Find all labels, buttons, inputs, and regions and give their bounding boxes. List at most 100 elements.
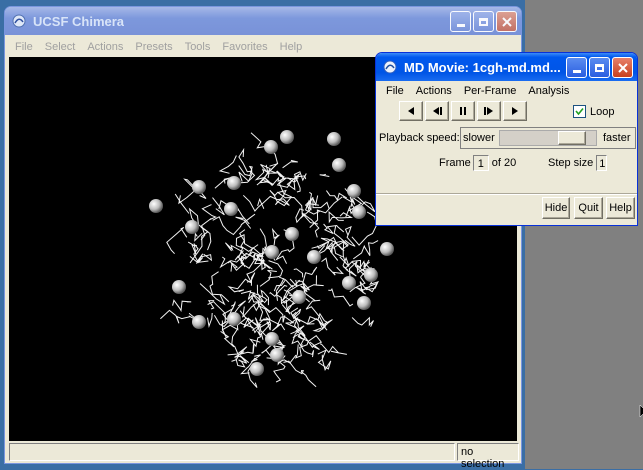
bond-strand: [325, 190, 348, 202]
frame-of-label: of 20: [491, 157, 517, 169]
bond-strand: [319, 343, 347, 355]
help-button[interactable]: Help: [606, 197, 635, 219]
water-sphere: [292, 290, 306, 304]
check-icon: [575, 107, 584, 116]
close-icon: [617, 62, 628, 73]
menu-help[interactable]: Help: [278, 40, 305, 54]
bond-strand: [293, 268, 304, 278]
quit-button[interactable]: Quit: [574, 197, 603, 219]
water-sphere: [285, 227, 299, 241]
bond-strand: [212, 197, 225, 216]
md-menu-file[interactable]: File: [384, 84, 406, 98]
playback-speed-label: Playback speed:: [379, 132, 460, 144]
md-menu-per-frame[interactable]: Per-Frame: [462, 84, 519, 98]
faster-label: faster: [603, 132, 631, 144]
step-size-label: Step size: [548, 157, 594, 169]
md-menubar: File Actions Per-Frame Analysis: [376, 81, 637, 101]
loop-label: Loop: [590, 105, 615, 118]
minimize-icon: [456, 24, 465, 27]
status-message-field: [9, 443, 455, 461]
menu-file[interactable]: File: [13, 40, 35, 54]
menu-favorites[interactable]: Favorites: [220, 40, 269, 54]
bond-strand: [172, 299, 192, 313]
menu-presets[interactable]: Presets: [133, 40, 174, 54]
maximize-icon: [595, 63, 604, 72]
step-backward-icon: [433, 107, 442, 115]
md-menu-actions[interactable]: Actions: [414, 84, 454, 98]
bond-strand: [209, 271, 230, 303]
water-sphere: [332, 158, 346, 172]
water-sphere: [224, 202, 238, 216]
water-sphere: [327, 132, 341, 146]
water-sphere: [364, 268, 378, 282]
bond-strand: [319, 173, 330, 177]
bond-strand: [282, 159, 298, 169]
loop-checkbox[interactable]: [573, 105, 586, 118]
play-forward-button[interactable]: [503, 101, 527, 121]
water-sphere: [307, 250, 321, 264]
bond-strand: [187, 241, 197, 255]
bond-strand: [299, 335, 323, 350]
bond-strand: [212, 213, 256, 236]
chimera-titlebar[interactable]: UCSF Chimera: [5, 7, 521, 35]
water-sphere: [250, 362, 264, 376]
selection-status: no selection: [457, 443, 519, 470]
play-backward-button[interactable]: [399, 101, 423, 121]
water-sphere: [352, 205, 366, 219]
menu-actions[interactable]: Actions: [85, 40, 125, 54]
maximize-icon: [479, 17, 488, 26]
water-sphere: [265, 332, 279, 346]
speed-slider-thumb[interactable]: [558, 131, 586, 145]
frame-row: Frame 1 of 20: [439, 155, 516, 171]
water-sphere: [192, 315, 206, 329]
maximize-button[interactable]: [473, 11, 494, 32]
md-maximize-button[interactable]: [589, 57, 610, 78]
water-sphere: [380, 242, 394, 256]
menu-select[interactable]: Select: [43, 40, 78, 54]
md-minimize-button[interactable]: [566, 57, 587, 78]
mouse-cursor-icon: [639, 404, 643, 418]
step-forward-button[interactable]: [477, 101, 501, 121]
status-bar: no selection: [9, 443, 519, 470]
bond-strand: [227, 272, 256, 293]
bond-strand: [166, 226, 188, 255]
slower-label: slower: [463, 132, 495, 144]
step-forward-icon: [484, 107, 493, 115]
menu-tools[interactable]: Tools: [183, 40, 213, 54]
loop-checkbox-row[interactable]: Loop: [573, 105, 614, 118]
play-forward-icon: [512, 107, 518, 115]
close-icon: [501, 16, 512, 27]
bond-strand: [207, 301, 231, 328]
md-movie-title: MD Movie: 1cgh-md.md...: [404, 59, 561, 75]
chimera-icon: [11, 13, 27, 29]
pause-button[interactable]: [451, 101, 475, 121]
frame-label: Frame: [439, 157, 471, 169]
bond-strand: [306, 275, 324, 289]
speed-slider[interactable]: [499, 130, 597, 146]
bond-strand: [321, 257, 345, 276]
md-movie-titlebar[interactable]: MD Movie: 1cgh-md.md...: [376, 53, 637, 81]
bond-strand: [328, 287, 354, 307]
bond-strand: [333, 240, 346, 264]
play-backward-icon: [408, 107, 414, 115]
transport-controls: [399, 101, 527, 121]
water-sphere: [172, 280, 186, 294]
bond-strand: [312, 195, 330, 210]
md-close-button[interactable]: [612, 57, 633, 78]
md-menu-analysis[interactable]: Analysis: [526, 84, 571, 98]
bond-strand: [323, 223, 345, 235]
step-size-field[interactable]: 1: [596, 155, 608, 171]
water-sphere: [185, 220, 199, 234]
selection-status-text: no selection: [461, 446, 505, 470]
frame-field[interactable]: 1: [472, 155, 489, 171]
hide-button[interactable]: Hide: [542, 197, 570, 219]
minimize-button[interactable]: [450, 11, 471, 32]
bond-strand: [207, 312, 213, 329]
bond-strand: [259, 269, 277, 287]
water-sphere: [357, 296, 371, 310]
close-button[interactable]: [496, 11, 517, 32]
bond-strand: [283, 360, 317, 388]
bond-strand: [271, 227, 280, 246]
water-sphere: [149, 199, 163, 213]
step-backward-button[interactable]: [425, 101, 449, 121]
